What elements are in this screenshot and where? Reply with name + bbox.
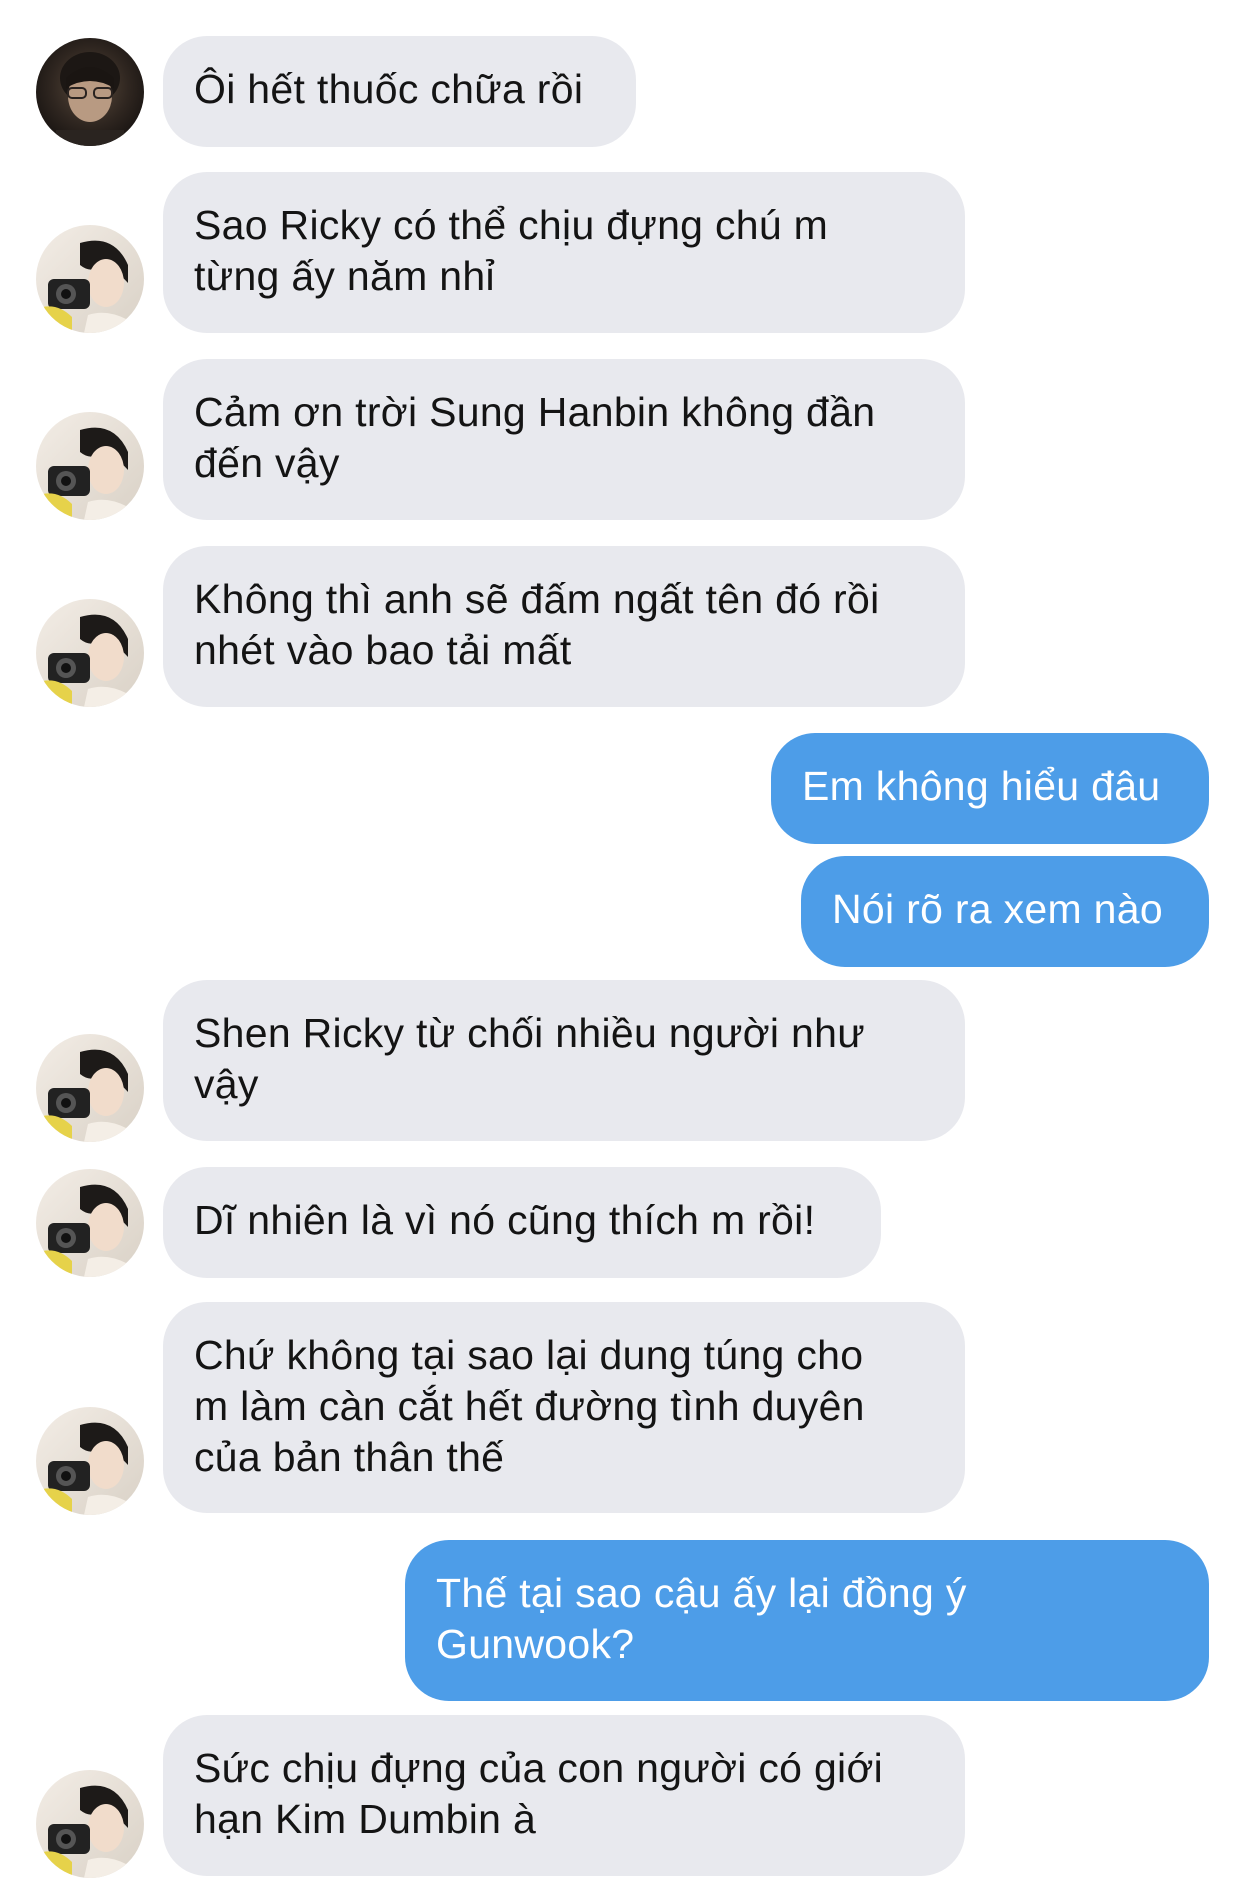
message-bubble[interactable]: Cảm ơn trời Sung Hanbin không đần đến vậ… (163, 359, 965, 520)
message-text: Nói rõ ra xem nào (832, 886, 1163, 932)
message-bubble[interactable]: Ôi hết thuốc chữa rồi (163, 36, 636, 147)
message-text: Shen Ricky từ chối nhiều người như (194, 1010, 865, 1056)
message-bubble[interactable]: Em không hiểu đâu (771, 733, 1209, 844)
message-bubble[interactable]: Chứ không tại sao lại dung túng cho m là… (163, 1302, 965, 1513)
message-bubble[interactable]: Shen Ricky từ chối nhiều người như vậy (163, 980, 965, 1141)
sender-avatar[interactable] (36, 38, 144, 146)
message-text: từng ấy năm nhỉ (194, 253, 495, 299)
sender-avatar[interactable] (36, 1770, 144, 1878)
message-text: Dĩ nhiên là vì nó cũng thích m rồi! (194, 1197, 816, 1243)
message-text: Không thì anh sẽ đấm ngất tên đó rồi (194, 576, 880, 622)
message-bubble[interactable]: Dĩ nhiên là vì nó cũng thích m rồi! (163, 1167, 881, 1278)
sender-avatar[interactable] (36, 1169, 144, 1277)
message-text: của bản thân thế (194, 1434, 505, 1480)
message-text: Gunwook? (436, 1621, 635, 1667)
message-text: hạn Kim Dumbin à (194, 1796, 537, 1842)
message-text: Sao Ricky có thể chịu đựng chú m (194, 202, 829, 248)
message-text: Em không hiểu đâu (802, 763, 1161, 809)
message-text: Sức chịu đựng của con người có giới (194, 1745, 884, 1791)
sender-avatar[interactable] (36, 1034, 144, 1142)
message-bubble[interactable]: Sức chịu đựng của con người có giới hạn … (163, 1715, 965, 1876)
sender-avatar[interactable] (36, 1407, 144, 1515)
message-text: nhét vào bao tải mất (194, 627, 572, 673)
message-text: Cảm ơn trời Sung Hanbin không đần (194, 389, 876, 435)
message-bubble[interactable]: Thế tại sao cậu ấy lại đồng ý Gunwook? (405, 1540, 1209, 1701)
message-text: m làm càn cắt hết đường tình duyên (194, 1383, 865, 1429)
sender-avatar[interactable] (36, 599, 144, 707)
message-bubble[interactable]: Không thì anh sẽ đấm ngất tên đó rồi nhé… (163, 546, 965, 707)
message-text: vậy (194, 1061, 259, 1107)
message-text: đến vậy (194, 440, 340, 486)
sender-avatar[interactable] (36, 225, 144, 333)
message-text: Chứ không tại sao lại dung túng cho (194, 1332, 864, 1378)
message-text: Thế tại sao cậu ấy lại đồng ý (436, 1570, 967, 1616)
message-bubble[interactable]: Nói rõ ra xem nào (801, 856, 1209, 967)
message-bubble[interactable]: Sao Ricky có thể chịu đựng chú m từng ấy… (163, 172, 965, 333)
sender-avatar[interactable] (36, 412, 144, 520)
message-text: Ôi hết thuốc chữa rồi (194, 66, 584, 112)
